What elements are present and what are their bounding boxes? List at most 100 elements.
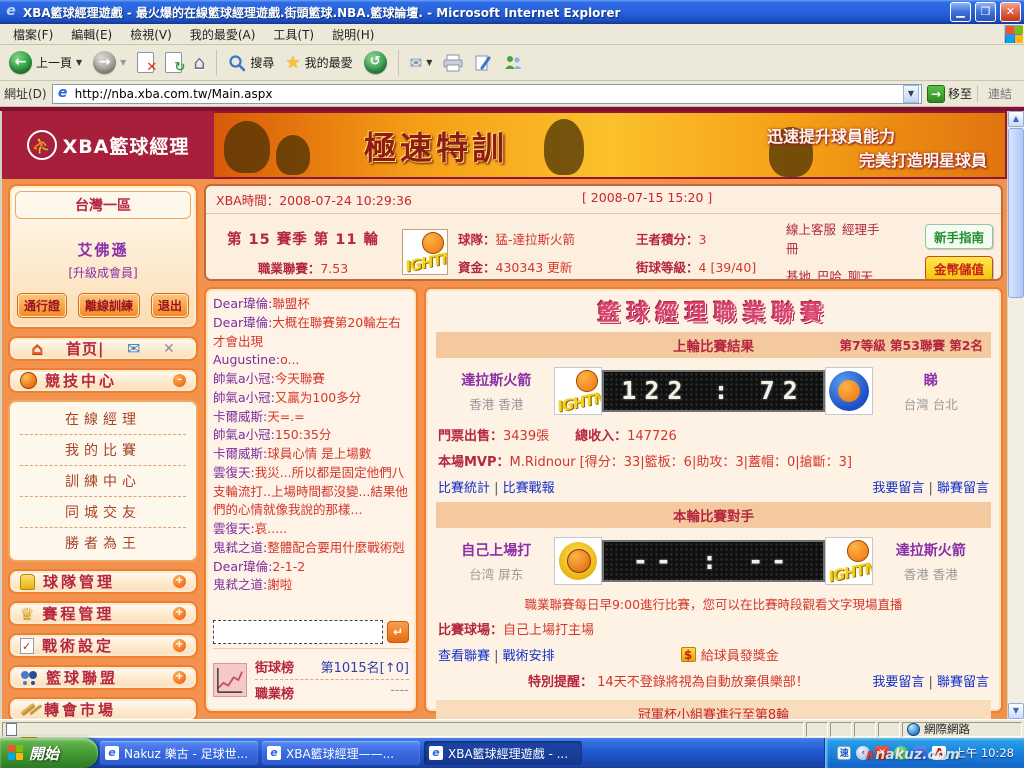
page-scrollbar[interactable]: ▲ ▼ [1007,111,1024,719]
restore-button[interactable]: ❐ [975,2,996,22]
search-button[interactable]: 搜尋 [225,52,277,74]
sidebar-item-team[interactable]: 球隊管理 + [8,569,198,594]
tray-collapse-icon[interactable]: ‹ [856,746,871,760]
sidebar-item-arena[interactable]: 競技中心 – [8,368,198,393]
window-title: XBA籃球經理遊戲 - 最火爆的在線籃球經理遊戲.街頭籃球.NBA.籃球論壇. … [23,5,621,20]
go-button[interactable]: → 移至 [926,84,972,103]
expand-icon[interactable]: + [173,575,186,588]
promo-line1: 迅速提升球員能力 [766,127,895,146]
expand-icon[interactable]: + [173,607,186,620]
home-team-name[interactable]: 達拉斯火箭 [438,370,554,390]
forward-button[interactable]: → ▼ [90,49,129,76]
next-home-team-name[interactable]: 自己上場打 [438,540,554,560]
messenger-button[interactable] [500,52,526,74]
refresh-button[interactable]: ↻ [162,50,185,75]
sidebar-item-schedule[interactable]: ♕ 賽程管理 + [8,601,198,626]
street-rank-label[interactable]: 街球榜 [255,657,294,676]
close-button[interactable]: ✕ [1000,2,1021,22]
newbie-guide-button[interactable]: 新手指南 [924,223,993,249]
address-dropdown-icon[interactable]: ▼ [902,84,919,103]
menu-tools[interactable]: 工具(T) [264,24,323,45]
chat-message: 帥氣a小冠又贏为100多分 [213,389,409,408]
menu-favorites[interactable]: 我的最愛(A) [181,24,265,45]
scroll-thumb[interactable] [1008,128,1024,298]
tray-antivirus-icon[interactable]: A [932,746,947,760]
start-button[interactable]: 開始 [0,738,98,768]
collapse-icon[interactable]: – [173,374,186,387]
menu-view[interactable]: 檢視(V) [121,24,181,45]
site-logo[interactable]: ⛹ XBA籃球經理 [2,111,214,179]
match-report-link[interactable]: 比賽戰報 [490,481,555,496]
tray-update-icon[interactable]: ✓ [894,746,909,760]
menu-file[interactable]: 檔案(F) [4,24,62,45]
sidebar-item-tactics[interactable]: ✓ 戰術設定 + [8,633,198,658]
send-button[interactable]: ↵ [387,621,409,643]
coin-deposit-button[interactable]: 金幣儲值 [924,255,993,279]
edit-icon [475,55,491,70]
expand-icon[interactable]: + [173,671,186,684]
pass-button[interactable]: 通行證 [17,293,68,318]
away-team-name[interactable]: 睇 [873,370,989,390]
chat-input[interactable] [213,620,383,644]
chat-link[interactable]: 聊天 [848,269,873,279]
address-field[interactable]: e http://nba.xba.com.tw/Main.aspx ▼ [51,83,922,104]
next-away-team-name[interactable]: 達拉斯火箭 [873,540,989,560]
league-message-link2[interactable]: 聯賽留言 [924,675,989,690]
home-icon[interactable]: ⌂ [31,339,43,359]
jersey-icon [20,573,35,590]
tactics-arrange-link[interactable]: 戰術安排 [490,649,555,664]
service-link[interactable]: 線上客服 [786,222,836,237]
edit-button[interactable] [471,52,495,74]
leave-message-link[interactable]: 我要留言 [872,481,924,496]
print-button[interactable] [440,52,466,74]
league-message-link[interactable]: 聯賽留言 [924,481,989,496]
submenu-training-center[interactable]: 訓練中心 [20,466,186,497]
pro-rank-label[interactable]: 職業榜 [255,683,294,702]
submenu-my-matches[interactable]: 我的比賽 [20,435,186,466]
funds-update-link[interactable]: 更新 [547,260,572,275]
offline-training-button[interactable]: 離線訓練 [77,293,140,318]
mvp-value: M.Ridnour [得分：33|籃板：6|助攻：3|蓋帽：0|搶斷：3] [509,455,852,470]
bonus-link[interactable]: 給球員發獎金 [701,645,779,664]
sidebar-item-league[interactable]: 籃球聯盟 + [8,665,198,690]
back-button[interactable]: ← 上一頁 ▼ [6,49,85,76]
leave-message-link2[interactable]: 我要留言 [872,675,924,690]
stop-button[interactable]: ✕ [134,50,157,75]
exit-button[interactable]: 退出 [150,293,189,318]
scroll-down-arrow[interactable]: ▼ [1008,703,1024,719]
taskbar-item-xba1[interactable]: e XBA籃球經理——... [262,741,420,765]
scroll-up-arrow[interactable]: ▲ [1008,111,1024,127]
back-dropdown-icon[interactable]: ▼ [76,58,82,67]
upgrade-link[interactable]: [升級成會員] [15,264,191,281]
windows-logo-icon [1004,25,1023,43]
mail-button[interactable]: ✉ ▼ [407,52,436,74]
submenu-winner-king[interactable]: 勝者為王 [20,528,186,558]
view-league-link[interactable]: 查看聯賽 [438,649,490,664]
submenu-online-manager[interactable]: 在線經理 [20,404,186,435]
tray-speed-icon[interactable]: 速 [837,746,852,760]
address-url[interactable]: http://nba.xba.com.tw/Main.aspx [75,87,899,101]
minimize-button[interactable]: ▁ [950,2,971,22]
favorites-button[interactable]: ★ 我的最愛 [282,51,355,75]
history-button[interactable]: ↺ [361,49,390,76]
stop-icon: ✕ [137,52,157,75]
mail-icon[interactable]: ✉ [127,339,140,358]
taskbar-item-xba-active[interactable]: e XBA籃球經理遊戲 - ... [424,741,582,765]
links-label[interactable]: 連結 [976,85,1020,102]
taskbar-item-nakuz[interactable]: e Nakuz 樂古 - 足球世... [100,741,258,765]
submenu-city-friends[interactable]: 同城交友 [20,497,186,528]
tray-network-icon[interactable] [913,746,928,760]
tray-shield-icon[interactable]: ✕ [875,746,890,760]
home-button[interactable]: ⌂ [190,50,208,76]
expand-icon[interactable]: + [173,639,186,652]
menu-help[interactable]: 說明(H) [323,24,383,45]
forward-dropdown-icon[interactable]: ▼ [120,58,126,67]
match-stats-link[interactable]: 比賽統計 [438,481,490,496]
home-link[interactable]: 首页| [66,338,104,359]
tools-icon[interactable]: ✕ [163,341,175,357]
mail-dropdown-icon[interactable]: ▼ [426,58,432,67]
menu-edit[interactable]: 編輯(E) [62,24,121,45]
promo-banner[interactable]: 極速特訓 迅速提升球員能力 完美打造明星球員 [214,111,1007,179]
base-link[interactable]: 基地 [786,269,811,279]
baha-link[interactable]: 巴哈 [817,269,842,279]
